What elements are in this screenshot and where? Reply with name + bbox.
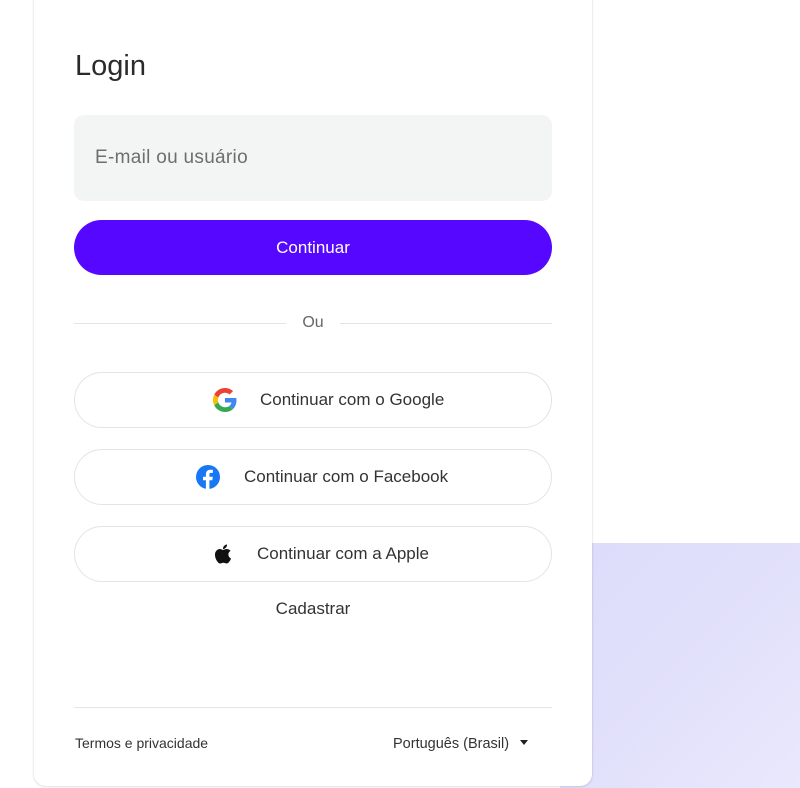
facebook-icon (196, 465, 220, 489)
footer-divider (74, 707, 552, 708)
facebook-login-button[interactable]: Continuar com o Facebook (74, 449, 552, 505)
apple-icon (214, 544, 232, 564)
google-login-label: Continuar com o Google (260, 390, 445, 409)
caret-down-icon (520, 740, 529, 745)
google-icon (213, 388, 237, 412)
email-or-username-input[interactable] (74, 115, 552, 201)
google-login-button[interactable]: Continuar com o Google (74, 372, 552, 428)
language-selector[interactable]: Português (Brasil) (393, 736, 529, 752)
divider-text: Ou (302, 314, 324, 331)
apple-login-label: Continuar com a Apple (257, 544, 429, 563)
signup-link[interactable]: Cadastrar (240, 599, 386, 619)
facebook-login-label: Continuar com o Facebook (244, 467, 449, 486)
background-decoration (560, 543, 800, 788)
continue-button[interactable]: Continuar (74, 220, 552, 275)
terms-and-privacy-link[interactable]: Termos e privacidade (75, 735, 208, 751)
apple-login-button[interactable]: Continuar com a Apple (74, 526, 552, 582)
page-title: Login (75, 50, 146, 82)
language-selector-label: Português (Brasil) (393, 736, 510, 752)
divider-line-left (74, 323, 286, 324)
divider-line-right (340, 323, 552, 324)
